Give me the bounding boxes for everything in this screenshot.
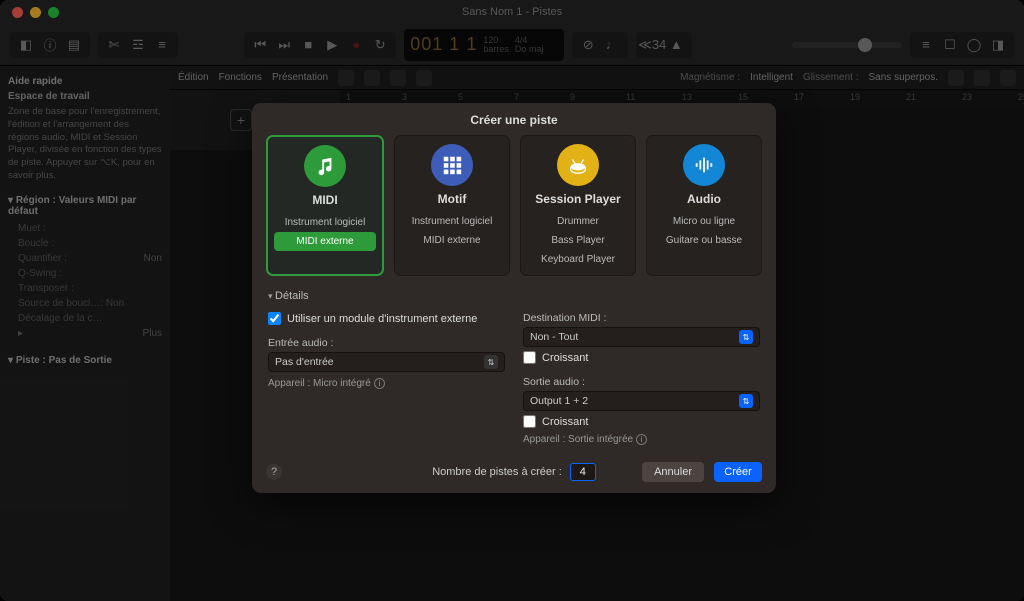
audio-out-value: Output 1 + 2 (530, 395, 588, 407)
chevron-updown-icon: ⇅ (739, 394, 753, 408)
audio-out-label: Sortie audio : (523, 376, 760, 388)
waveform-icon (683, 144, 725, 186)
track-type-tile-motif[interactable]: Motif Instrument logicielMIDI externe (394, 135, 510, 276)
tile-title: Motif (438, 192, 467, 206)
help-button[interactable]: ? (266, 464, 282, 480)
track-subtype-option[interactable]: Instrument logiciel (274, 213, 376, 232)
midi-dest-value: Non - Tout (530, 331, 578, 343)
chevron-updown-icon: ⇅ (484, 355, 498, 369)
ascending-audio-checkbox[interactable]: Croissant (523, 415, 760, 428)
new-track-dialog: Créer une piste MIDIInstrument logicielM… (252, 103, 776, 493)
cancel-button[interactable]: Annuler (642, 462, 704, 482)
tile-title: Session Player (535, 192, 620, 206)
track-subtype-option[interactable]: MIDI externe (274, 232, 376, 251)
audio-in-label: Entrée audio : (268, 337, 505, 349)
track-subtype-option[interactable]: MIDI externe (401, 231, 503, 250)
app-window: Sans Nom 1 - Pistes ◧ ⓘ ▤ ✄ ☲ ≡ ⏮ ⏭ ■ ▶ … (0, 0, 1024, 601)
audio-in-value: Pas d'entrée (275, 356, 334, 368)
create-button[interactable]: Créer (714, 462, 762, 482)
info-icon[interactable]: i (374, 378, 385, 389)
track-type-tile-audio[interactable]: Audio Micro ou ligneGuitare ou basse (646, 135, 762, 276)
track-count-label: Nombre de pistes à créer : (432, 466, 562, 478)
ascending-midi-checkbox[interactable]: Croissant (523, 351, 760, 364)
grid-icon (431, 144, 473, 186)
input-device-label: Appareil : Micro intégréi (268, 378, 505, 389)
track-count-input[interactable] (570, 463, 596, 481)
dialog-footer: ? Nombre de pistes à créer : Annuler Cré… (252, 455, 776, 493)
midi-dest-label: Destination MIDI : (523, 312, 760, 324)
track-type-tile-midi[interactable]: MIDI Instrument logicielMIDI externe (266, 135, 384, 276)
track-subtype-option[interactable]: Bass Player (527, 231, 629, 250)
drum-icon (557, 144, 599, 186)
track-type-tiles: MIDIInstrument logicielMIDI externeMotif… (252, 135, 776, 286)
dialog-title: Créer une piste (252, 103, 776, 135)
external-instrument-label: Utiliser un module d'instrument externe (287, 313, 477, 325)
external-instrument-checkbox[interactable]: Utiliser un module d'instrument externe (268, 312, 505, 325)
audio-out-select[interactable]: Output 1 + 2 ⇅ (523, 391, 760, 411)
details-disclosure[interactable]: Détails (252, 286, 776, 306)
track-subtype-option[interactable]: Drummer (527, 212, 629, 231)
external-instrument-input[interactable] (268, 312, 281, 325)
chevron-updown-icon: ⇅ (739, 330, 753, 344)
track-type-tile-session-player[interactable]: Session Player DrummerBass PlayerKeyboard… (520, 135, 636, 276)
tile-title: MIDI (312, 193, 337, 207)
info-icon[interactable]: i (636, 434, 647, 445)
midi-dest-select[interactable]: Non - Tout ⇅ (523, 327, 760, 347)
track-subtype-option[interactable]: Instrument logiciel (401, 212, 503, 231)
track-subtype-option[interactable]: Keyboard Player (527, 250, 629, 269)
music-note-icon (304, 145, 346, 187)
audio-in-select[interactable]: Pas d'entrée ⇅ (268, 352, 505, 372)
details-panel: Utiliser un module d'instrument externe … (252, 306, 776, 455)
track-subtype-option[interactable]: Micro ou ligne (653, 212, 755, 231)
track-subtype-option[interactable]: Guitare ou basse (653, 231, 755, 250)
output-device-label: Appareil : Sortie intégréei (523, 434, 760, 445)
tile-title: Audio (687, 192, 721, 206)
